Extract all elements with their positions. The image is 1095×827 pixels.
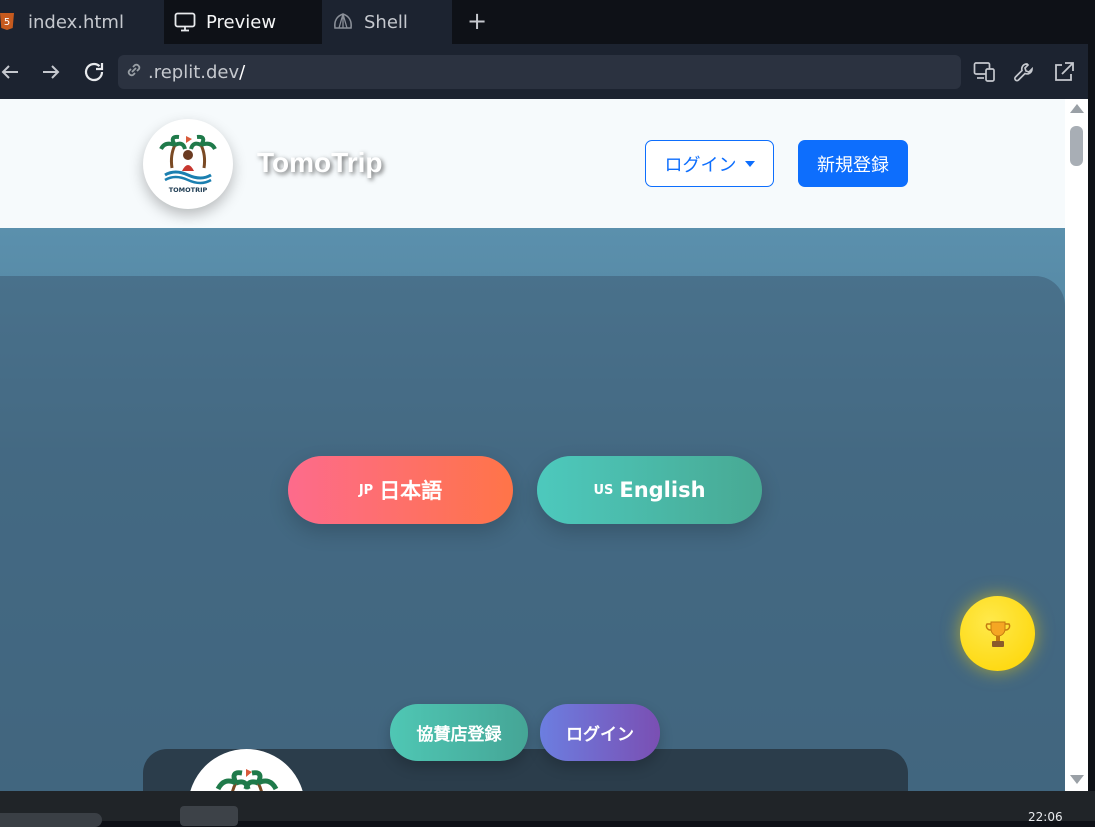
tab-index-html[interactable]: 5 index.html (0, 0, 164, 44)
tab-label: Shell (364, 11, 408, 33)
header-signup-button[interactable]: 新規登録 (798, 140, 908, 187)
url-text: .replit.dev/ (148, 62, 245, 83)
palm-logo-icon: TOMOTRIP (159, 134, 217, 194)
scroll-down-arrow-icon[interactable] (1070, 775, 1084, 784)
language-label: 日本語 (379, 479, 443, 503)
trophy-icon (985, 621, 1010, 647)
taskbar-app-button[interactable] (180, 806, 238, 826)
brand-name[interactable]: TomoTrip (257, 147, 382, 179)
tab-preview[interactable]: Preview (164, 0, 322, 44)
site-header: TOMOTRIP TomoTrip ログイン 新規登録 (0, 99, 1065, 228)
taskbar-search[interactable] (0, 813, 102, 827)
window-edge (1088, 44, 1095, 821)
language-japanese-button[interactable]: JP 日本語 (288, 456, 513, 524)
preview-scrollbar[interactable] (1065, 99, 1088, 791)
back-icon[interactable] (0, 59, 23, 85)
forward-icon[interactable] (38, 59, 64, 85)
tab-label: index.html (28, 11, 124, 33)
new-tab-button[interactable]: + (466, 8, 488, 34)
hero-card (0, 276, 1065, 791)
language-english-button[interactable]: US English (537, 456, 762, 524)
flag-jp-label: JP (358, 482, 374, 498)
wrench-icon[interactable] (1012, 60, 1036, 84)
url-bar[interactable]: .replit.dev/ (118, 55, 961, 89)
caret-down-icon (744, 160, 755, 167)
floating-login-button[interactable]: ログイン (540, 704, 660, 761)
monitor-icon (174, 11, 196, 33)
url-host: .replit.dev (148, 61, 240, 83)
preview-frame: TOMOTRIP TomoTrip ログイン 新規登録 JP 日本語 US En… (0, 99, 1065, 791)
link-icon (124, 60, 144, 84)
flag-us-label: US (593, 482, 614, 498)
reload-icon[interactable] (81, 59, 107, 85)
palm-logo-icon (215, 769, 278, 791)
header-login-label: ログイン (664, 154, 737, 176)
tab-label: Preview (206, 11, 277, 33)
taskbar-clock: 22:06 (1028, 810, 1063, 824)
site-logo[interactable]: TOMOTRIP (143, 119, 233, 209)
svg-text:5: 5 (4, 17, 10, 28)
language-label: English (619, 478, 706, 502)
scroll-thumb[interactable] (1070, 126, 1083, 166)
url-path: / (239, 61, 246, 83)
scroll-up-arrow-icon[interactable] (1070, 104, 1084, 113)
trophy-button[interactable] (960, 596, 1035, 671)
html5-icon: 5 (0, 11, 18, 33)
logo-text: TOMOTRIP (169, 186, 208, 194)
devices-icon[interactable] (973, 60, 997, 84)
sponsor-register-button[interactable]: 協賛店登録 (390, 704, 528, 761)
tab-shell[interactable]: Shell (322, 0, 452, 44)
open-external-icon[interactable] (1052, 60, 1076, 84)
shell-icon (332, 11, 354, 33)
os-taskbar (0, 791, 1095, 821)
header-login-dropdown[interactable]: ログイン (645, 140, 774, 187)
